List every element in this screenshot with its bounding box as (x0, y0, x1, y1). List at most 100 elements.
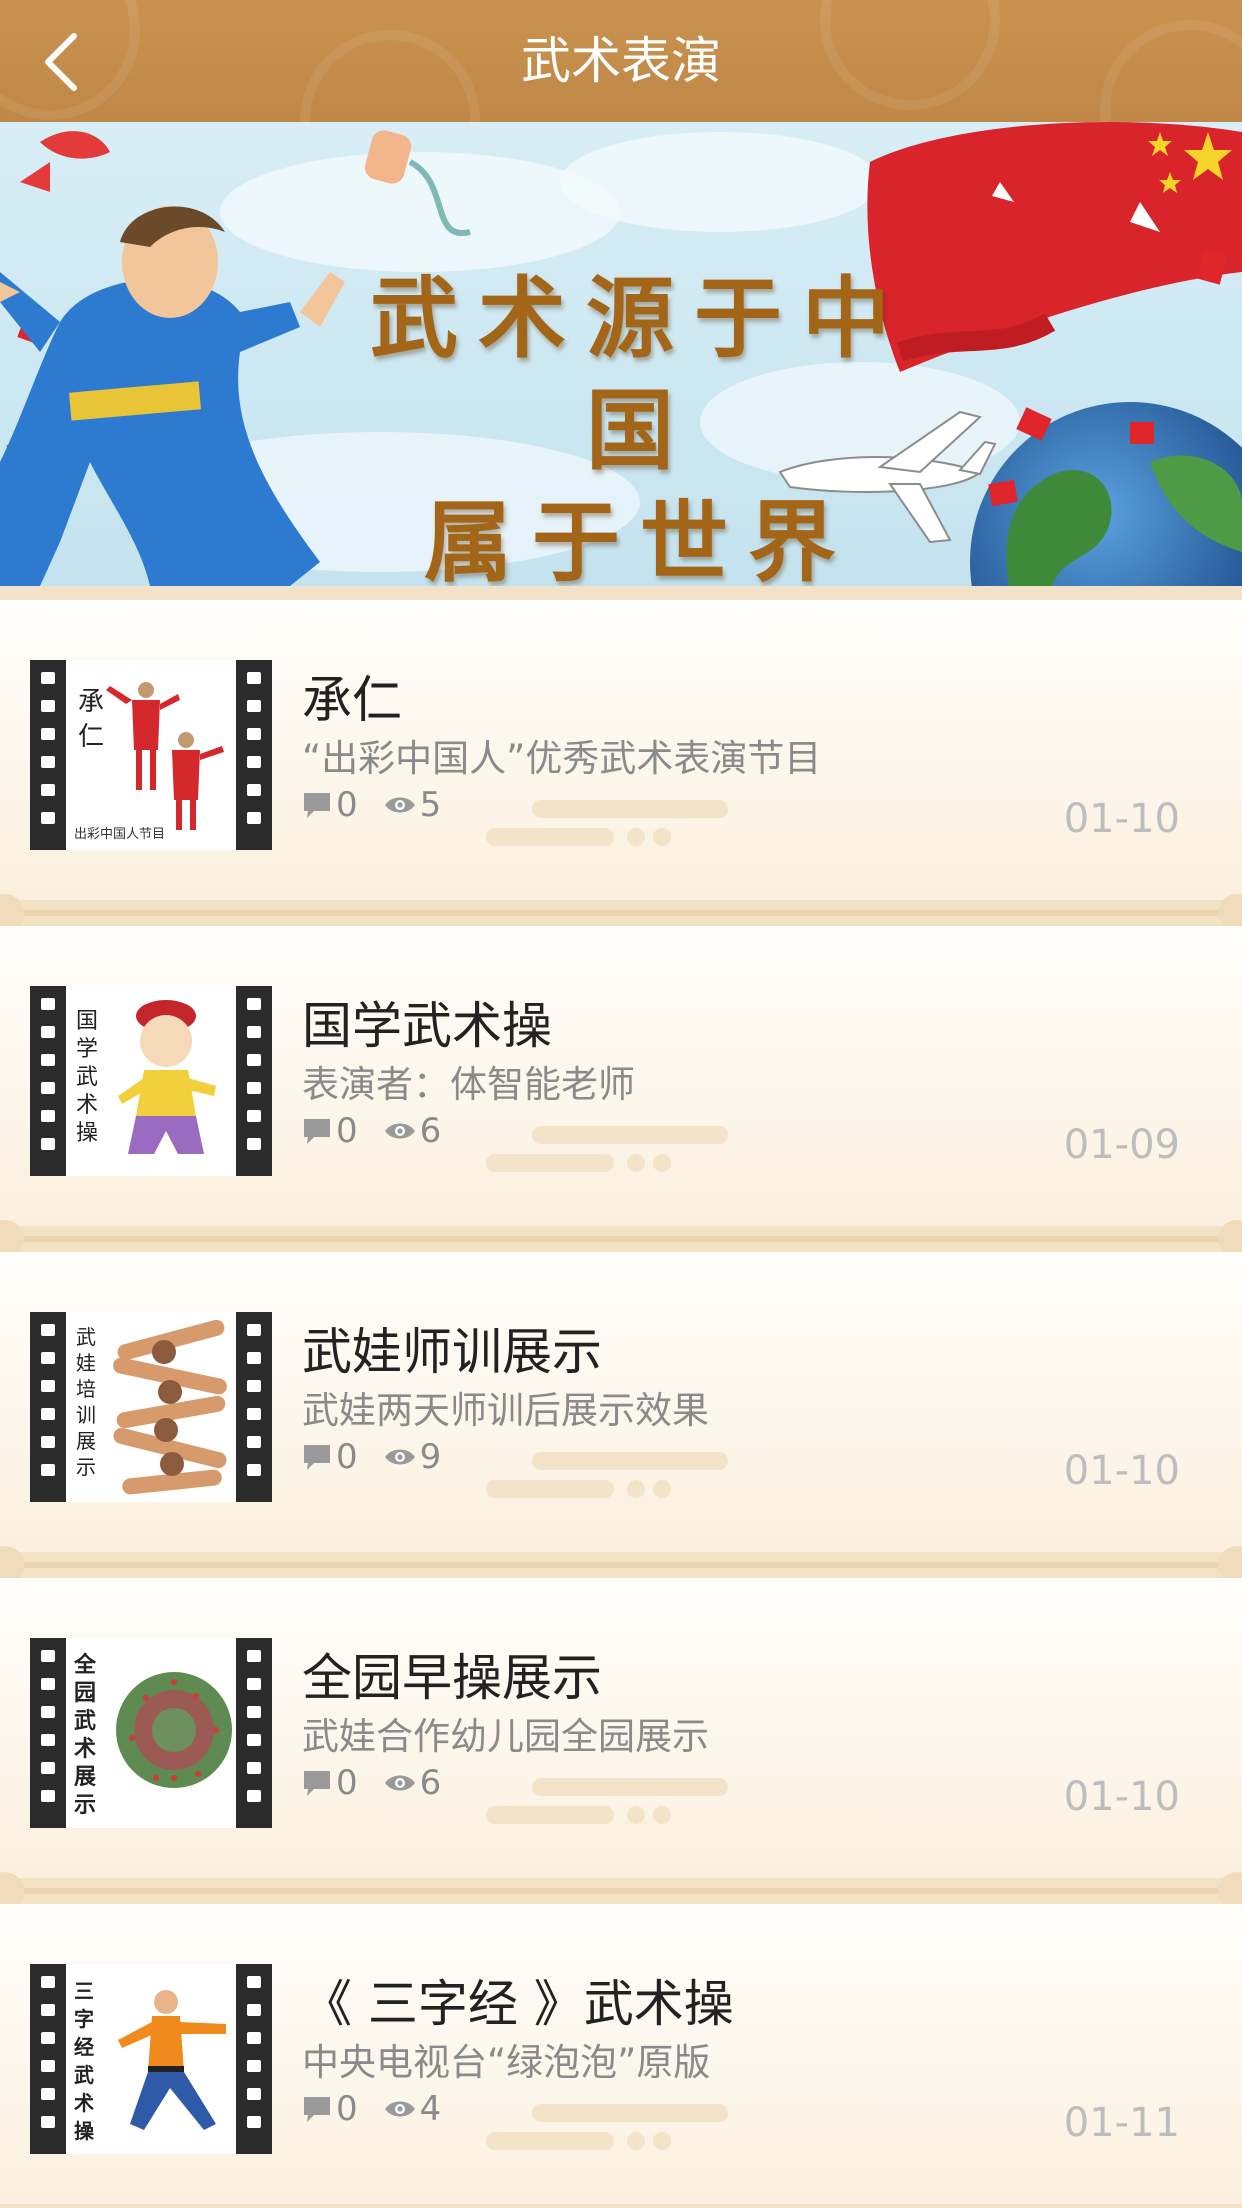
film-strip (236, 1964, 272, 2154)
view-count: 4 (419, 2089, 442, 2129)
svg-text:培: 培 (76, 1377, 96, 1401)
item-stats: 0 4 (302, 2086, 441, 2132)
svg-text:学: 学 (76, 1037, 98, 1062)
thumbnail-image: 全园武 术展示 (66, 1638, 236, 1828)
svg-text:展: 展 (76, 1429, 96, 1453)
svg-text:武: 武 (76, 1325, 96, 1349)
svg-text:操: 操 (76, 1121, 98, 1146)
film-strip (236, 660, 272, 850)
comment-icon (304, 2097, 330, 2122)
comment-icon (304, 1119, 330, 1144)
divider (0, 894, 1242, 932)
svg-text:字: 字 (74, 2007, 94, 2031)
comment-count: 0 (336, 1437, 358, 1477)
item-title: 全园早操展示 (302, 1649, 602, 1707)
list-item[interactable]: 全园武 术展示 全园早操展示 武娃合作幼儿园全园展示 0 6 01-10 (0, 1578, 1242, 1878)
svg-text:仁: 仁 (78, 722, 104, 752)
comment-icon (304, 1771, 330, 1796)
list-item[interactable]: 武娃培 训展示 武娃师训展示 武娃两天师训后展示效果 0 9 01-10 (0, 1252, 1242, 1552)
svg-text:全: 全 (73, 1652, 97, 1678)
video-thumbnail[interactable]: 全园武 术展示 (30, 1638, 272, 1828)
view-count: 6 (419, 1111, 442, 1151)
page-title: 武术表演 (521, 32, 721, 90)
view-count: 9 (419, 1437, 442, 1477)
item-stats: 0 6 (302, 1760, 441, 1806)
comment-icon (304, 793, 330, 818)
item-title: 承仁 (302, 671, 402, 729)
list-item[interactable]: 国学 武术操 国学武术操 表演者：体智能老师 0 6 01-09 (0, 926, 1242, 1226)
item-subtitle: 武娃两天师训后展示效果 (302, 1389, 709, 1432)
item-subtitle: “出彩中国人”优秀武术表演节目 (302, 737, 822, 780)
cloud-decoration (486, 800, 728, 846)
thumbnail-image: 武娃培 训展示 (66, 1312, 236, 1502)
cloud-decoration (486, 1778, 728, 1824)
divider (0, 1546, 1242, 1584)
item-stats: 0 5 (302, 782, 441, 828)
comment-count: 0 (336, 785, 358, 825)
cloud-decoration (486, 1452, 728, 1498)
item-date: 01-10 (1063, 1774, 1180, 1820)
svg-text:三: 三 (74, 1979, 94, 2003)
eye-icon (384, 2101, 415, 2117)
banner-image[interactable]: 武术源于中国 属于世界 (0, 122, 1242, 586)
list-item[interactable]: 承 仁 出彩中国人节目 承仁 “出彩中国人”优秀武术表演节目 0 5 01-10 (0, 600, 1242, 900)
item-date: 01-11 (1063, 2100, 1180, 2146)
thumbnail-image: 国学 武术操 (66, 986, 236, 1176)
video-thumbnail[interactable]: 国学 武术操 (30, 986, 272, 1176)
eye-icon (384, 1123, 415, 1139)
banner-slogan-line2: 属于世界 (423, 490, 856, 586)
film-strip (30, 986, 66, 1176)
film-strip (236, 1638, 272, 1828)
item-title: 国学武术操 (302, 997, 552, 1055)
cloud-decoration (486, 2104, 728, 2150)
comment-count: 0 (336, 1763, 358, 1803)
svg-text:操: 操 (74, 2119, 95, 2143)
item-stats: 0 6 (302, 1108, 441, 1154)
film-strip (30, 660, 66, 850)
item-subtitle: 表演者：体智能老师 (302, 1063, 635, 1106)
video-thumbnail[interactable]: 武娃培 训展示 (30, 1312, 272, 1502)
comment-count: 0 (336, 1111, 358, 1151)
item-subtitle: 中央电视台“绿泡泡”原版 (302, 2041, 711, 2084)
film-strip (30, 1638, 66, 1828)
svg-text:国: 国 (76, 1009, 98, 1034)
svg-text:训: 训 (76, 1403, 96, 1427)
banner-slogan-line1: 武术源于中国 (369, 266, 910, 482)
svg-text:出彩中国人节目: 出彩中国人节目 (74, 827, 165, 842)
view-count: 5 (419, 785, 442, 825)
divider (0, 1872, 1242, 1910)
svg-text:武: 武 (76, 1065, 98, 1090)
svg-text:园: 园 (74, 1680, 96, 1706)
svg-text:经: 经 (74, 2035, 94, 2059)
svg-text:示: 示 (74, 1792, 96, 1818)
film-strip (236, 1312, 272, 1502)
svg-text:娃: 娃 (76, 1351, 96, 1375)
eye-icon (384, 1775, 415, 1791)
video-thumbnail[interactable]: 三字经 武术操 (30, 1964, 272, 2154)
eye-icon (384, 1449, 415, 1465)
film-strip (236, 986, 272, 1176)
svg-text:展: 展 (74, 1764, 96, 1790)
item-title: 《 三字经 》武术操 (302, 1975, 734, 2033)
eye-icon (384, 797, 415, 813)
item-date: 01-09 (1063, 1122, 1180, 1168)
thumbnail-image: 三字经 武术操 (66, 1964, 236, 2154)
performance-list: 承 仁 出彩中国人节目 承仁 “出彩中国人”优秀武术表演节目 0 5 01-10… (0, 586, 1242, 2208)
comment-icon (304, 1445, 330, 1470)
film-strip (30, 1312, 66, 1502)
svg-text:术: 术 (76, 1093, 98, 1118)
item-date: 01-10 (1063, 796, 1180, 842)
video-thumbnail[interactable]: 承 仁 出彩中国人节目 (30, 660, 272, 850)
svg-text:示: 示 (76, 1455, 96, 1479)
divider (0, 1220, 1242, 1258)
svg-text:武: 武 (74, 1708, 96, 1734)
list-item[interactable]: 三字经 武术操 《 三字经 》武术操 中央电视台“绿泡泡”原版 0 4 01-1… (0, 1904, 1242, 2204)
svg-text:武: 武 (74, 2063, 94, 2087)
app-header: 武术表演 (0, 0, 1242, 122)
comment-count: 0 (336, 2089, 358, 2129)
item-title: 武娃师训展示 (302, 1323, 602, 1381)
item-stats: 0 9 (302, 1434, 441, 1480)
thumbnail-image: 承 仁 出彩中国人节目 (66, 660, 236, 850)
view-count: 6 (419, 1763, 442, 1803)
item-date: 01-10 (1063, 1448, 1180, 1494)
